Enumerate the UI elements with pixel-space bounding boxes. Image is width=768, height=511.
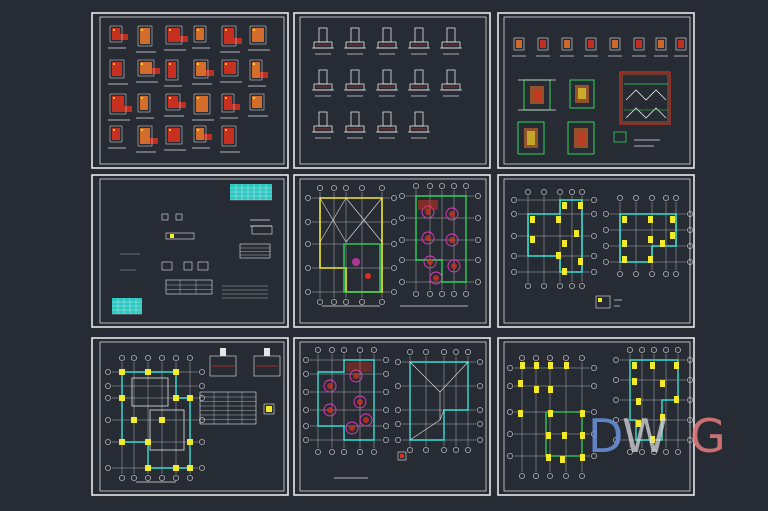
dwg-watermark: D W G [588,409,726,463]
cyan-table-bottom [112,298,142,315]
watermark-letter-d: D [588,409,623,463]
watermark-letter-w: W [622,409,667,463]
watermark-letter-g: G [690,409,726,463]
drawing-canvas: D W G [0,0,768,511]
drawing-svg: D W G [0,0,768,511]
cyan-table-top [230,184,272,201]
